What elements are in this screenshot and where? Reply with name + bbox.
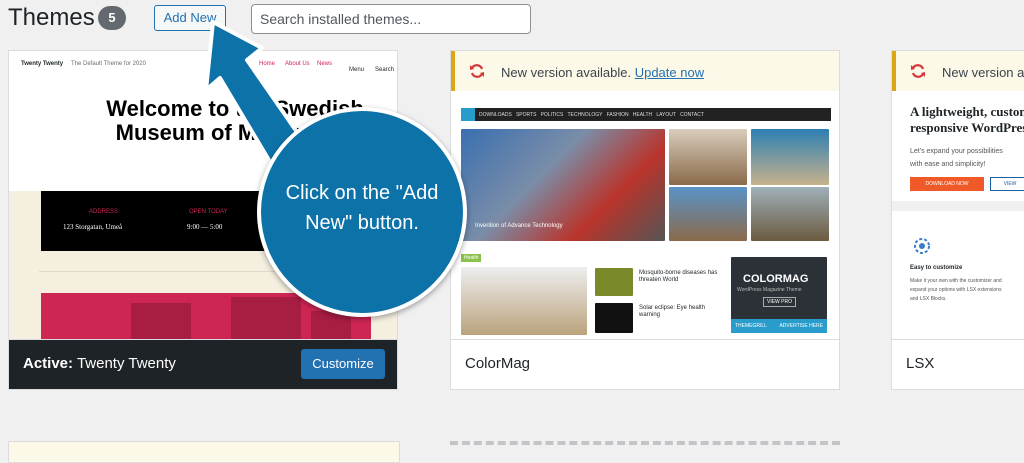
callout-text-line2: New" button. — [305, 212, 419, 234]
callout-arrow — [204, 20, 317, 184]
callout-text-line1: Click on the "Add — [285, 182, 439, 204]
callout-text: Click on the "Add New" button. — [257, 178, 467, 238]
